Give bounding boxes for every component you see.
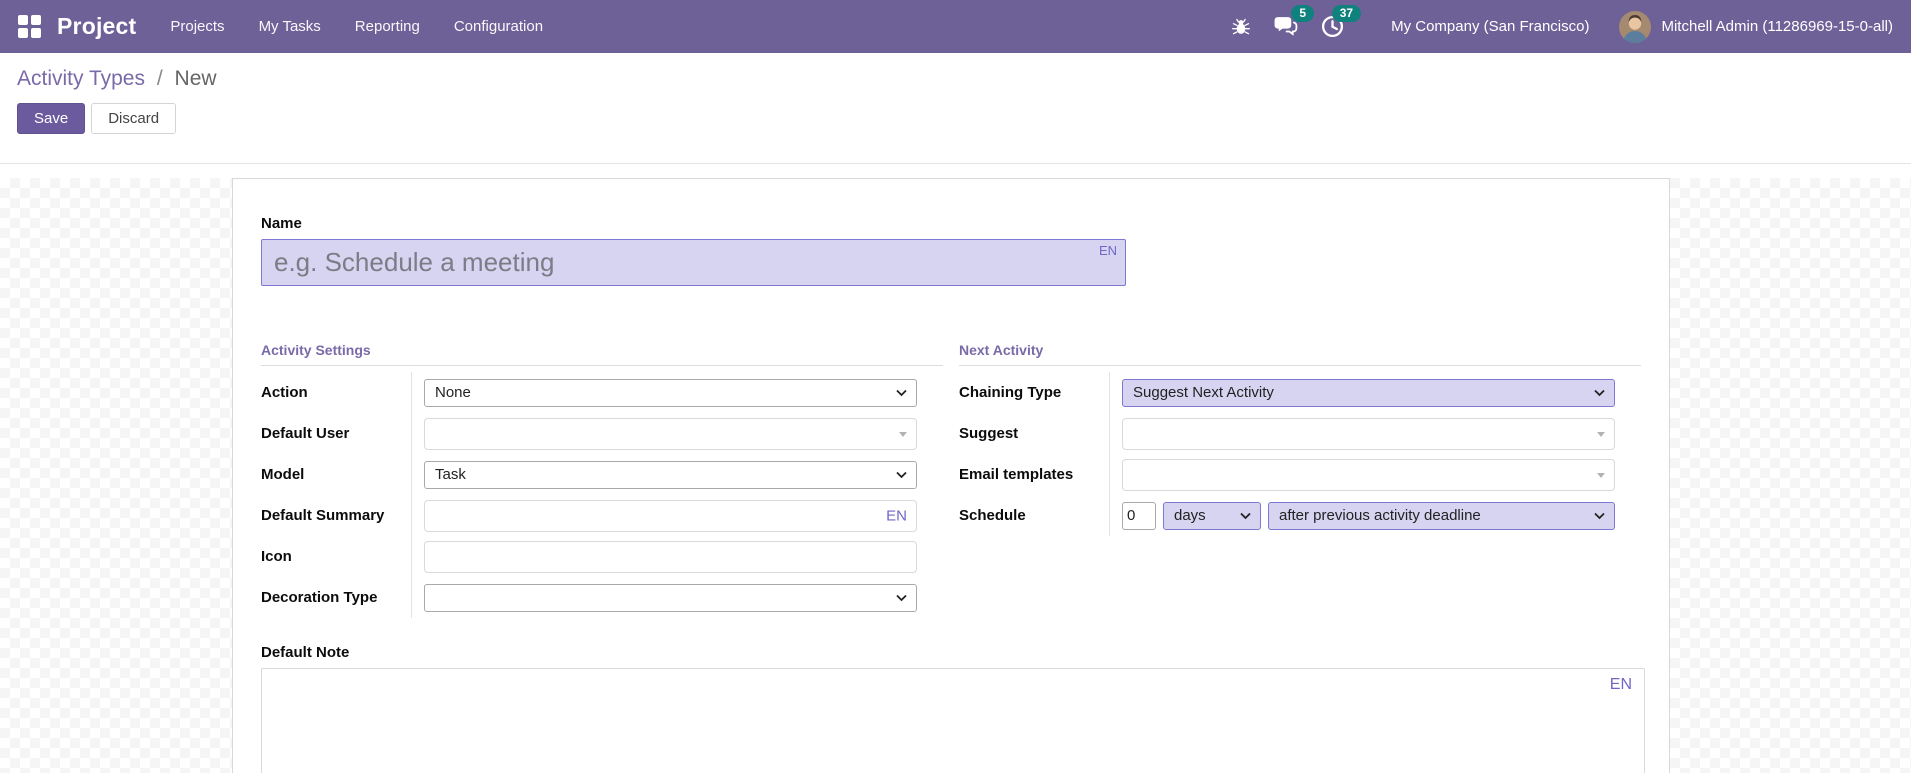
name-label: Name — [261, 215, 302, 232]
model-label: Model — [261, 466, 305, 483]
chevron-down-icon — [1594, 512, 1605, 519]
default-note-block: Default Note EN — [261, 644, 1645, 773]
default-summary-lang-badge[interactable]: EN — [886, 507, 907, 524]
field-row-suggest: Suggest — [959, 413, 1641, 454]
field-row-schedule: Schedule days — [959, 495, 1641, 536]
app-name[interactable]: Project — [57, 13, 136, 40]
chaining-type-select[interactable]: Suggest Next Activity — [1122, 378, 1615, 407]
field-row-default-user: Default User — [261, 413, 943, 454]
next-activity-title: Next Activity — [959, 342, 1641, 366]
caret-down-icon — [1597, 472, 1605, 478]
menu-item-configuration[interactable]: Configuration — [454, 0, 543, 53]
breadcrumb-separator: / — [156, 67, 163, 90]
action-select[interactable]: None — [424, 378, 917, 407]
model-select[interactable]: Task — [424, 460, 917, 489]
default-note-editor[interactable]: EN — [261, 668, 1645, 773]
schedule-label: Schedule — [959, 507, 1026, 524]
activity-settings-title: Activity Settings — [261, 342, 943, 366]
default-summary-label: Default Summary — [261, 507, 385, 524]
name-lang-badge[interactable]: EN — [1099, 243, 1117, 258]
chevron-down-icon — [896, 471, 907, 478]
decoration-type-label: Decoration Type — [261, 589, 378, 606]
apps-menu-icon[interactable] — [18, 15, 41, 38]
activities-count-badge: 37 — [1331, 5, 1362, 22]
avatar-image — [1619, 10, 1652, 43]
email-templates-input[interactable] — [1122, 458, 1615, 491]
name-input[interactable] — [261, 239, 1126, 286]
form-sheet: Name EN Activity Settings Action None — [232, 178, 1670, 773]
chevron-down-icon — [1594, 389, 1605, 396]
schedule-trigger-select[interactable]: after previous activity deadline — [1268, 501, 1615, 530]
field-row-action: Action None — [261, 372, 943, 413]
bug-icon — [1232, 18, 1251, 34]
field-row-email-templates: Email templates — [959, 454, 1641, 495]
menu-item-projects[interactable]: Projects — [170, 0, 224, 53]
debug-bug-icon[interactable] — [1231, 17, 1251, 37]
schedule-trigger-value: after previous activity deadline — [1279, 507, 1481, 524]
schedule-number-input[interactable] — [1122, 501, 1156, 530]
menu-item-reporting[interactable]: Reporting — [355, 0, 420, 53]
suggest-label: Suggest — [959, 425, 1019, 442]
control-panel: Activity Types / New Save Discard — [0, 53, 1911, 164]
discard-button[interactable]: Discard — [91, 103, 177, 134]
messages-systray[interactable]: 5 — [1273, 5, 1315, 39]
icon-label: Icon — [261, 548, 292, 565]
chaining-type-label: Chaining Type — [959, 384, 1062, 401]
field-row-decoration-type: Decoration Type — [261, 577, 943, 618]
caret-down-icon — [1597, 431, 1605, 437]
caret-down-icon — [899, 431, 907, 437]
default-note-lang-badge[interactable]: EN — [1610, 676, 1632, 694]
form-view-background: Name EN Activity Settings Action None — [0, 178, 1911, 773]
field-row-model: Model Task — [261, 454, 943, 495]
field-row-chaining-type: Chaining Type Suggest Next Activity — [959, 372, 1641, 413]
default-summary-input[interactable] — [424, 499, 917, 532]
group-activity-settings: Activity Settings Action None Default Us… — [261, 342, 943, 618]
action-label: Action — [261, 384, 308, 401]
field-row-default-summary: Default Summary EN — [261, 495, 943, 536]
user-menu[interactable]: Mitchell Admin (11286969-15-0-all) — [1661, 18, 1893, 35]
field-row-icon: Icon — [261, 536, 943, 577]
messages-count-badge: 5 — [1291, 5, 1315, 22]
breadcrumb: Activity Types / New — [17, 67, 1894, 91]
decoration-type-select[interactable] — [424, 583, 917, 612]
save-button[interactable]: Save — [17, 103, 86, 134]
chevron-down-icon — [896, 389, 907, 396]
top-navbar: Project Projects My Tasks Reporting Conf… — [0, 0, 1911, 53]
action-value: None — [435, 384, 471, 401]
avatar[interactable] — [1619, 10, 1652, 43]
icon-input[interactable] — [424, 540, 917, 573]
chaining-type-value: Suggest Next Activity — [1133, 384, 1274, 401]
default-user-input[interactable] — [424, 417, 917, 450]
suggest-input[interactable] — [1122, 417, 1615, 450]
model-value: Task — [435, 466, 466, 483]
chevron-down-icon — [896, 594, 907, 601]
group-next-activity: Next Activity Chaining Type Suggest Next… — [959, 342, 1641, 618]
breadcrumb-activity-types[interactable]: Activity Types — [17, 67, 145, 90]
schedule-unit-value: days — [1174, 507, 1206, 524]
chevron-down-icon — [1240, 512, 1251, 519]
breadcrumb-current: New — [174, 67, 217, 90]
company-switcher[interactable]: My Company (San Francisco) — [1391, 18, 1589, 35]
email-templates-label: Email templates — [959, 466, 1074, 483]
default-user-label: Default User — [261, 425, 350, 442]
menu-item-my-tasks[interactable]: My Tasks — [259, 0, 321, 53]
default-note-label: Default Note — [261, 644, 350, 661]
schedule-unit-select[interactable]: days — [1163, 501, 1261, 530]
activities-systray[interactable]: 37 — [1320, 5, 1362, 39]
